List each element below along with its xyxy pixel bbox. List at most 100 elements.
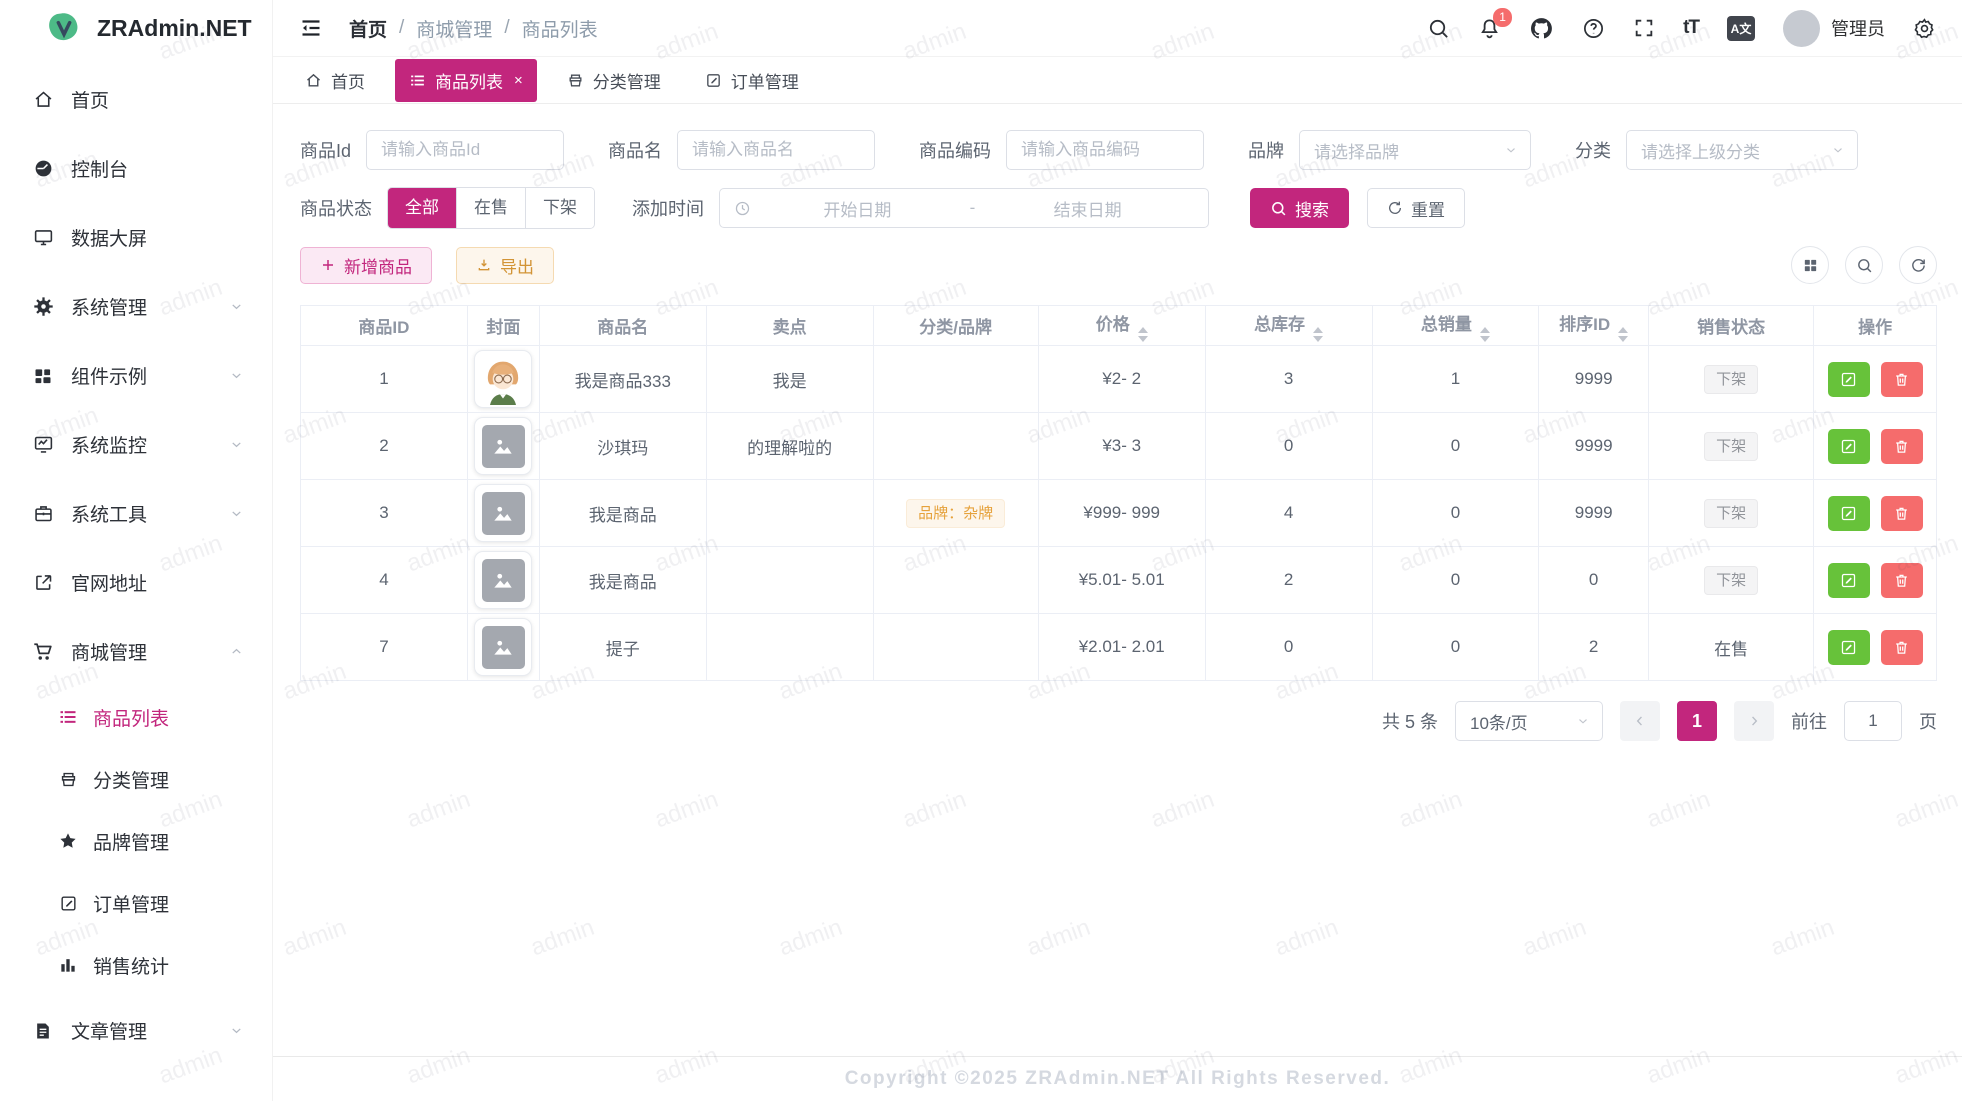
cell-category-brand bbox=[873, 346, 1038, 413]
status-option-all[interactable]: 全部 bbox=[388, 188, 456, 228]
columns-grid-icon[interactable] bbox=[1791, 246, 1829, 284]
goto-page-input[interactable] bbox=[1844, 701, 1902, 741]
search-button[interactable]: 搜索 bbox=[1250, 188, 1349, 228]
product-id-input[interactable] bbox=[366, 130, 564, 170]
product-cover-placeholder[interactable] bbox=[474, 551, 532, 609]
export-button[interactable]: 导出 bbox=[456, 247, 554, 284]
cell-selling-point: 的理解啦的 bbox=[706, 413, 873, 480]
tab-product-list[interactable]: 商品列表 × bbox=[395, 59, 537, 102]
sort-carets[interactable] bbox=[1480, 327, 1490, 342]
add-product-button[interactable]: 新增商品 bbox=[300, 247, 432, 284]
prev-page-button[interactable] bbox=[1620, 701, 1660, 741]
sort-carets[interactable] bbox=[1138, 327, 1148, 342]
sidebar-item-mall[interactable]: 商城管理 bbox=[0, 617, 272, 686]
delete-button[interactable] bbox=[1881, 563, 1923, 598]
sidebar-item-articles[interactable]: 文章管理 bbox=[0, 996, 272, 1065]
breadcrumb-product-list[interactable]: 商品列表 bbox=[522, 15, 598, 42]
font-size-icon[interactable]: tT bbox=[1683, 17, 1699, 39]
tab-orders[interactable]: 订单管理 bbox=[691, 59, 813, 102]
col-cover: 封面 bbox=[467, 306, 539, 346]
breadcrumb-mall[interactable]: 商城管理 bbox=[416, 15, 492, 42]
sidebar-item-product-list[interactable]: 商品列表 bbox=[0, 686, 272, 748]
search-toggle-icon[interactable] bbox=[1845, 246, 1883, 284]
refresh-icon[interactable] bbox=[1899, 246, 1937, 284]
sidebar-item-website[interactable]: 官网地址 bbox=[0, 548, 272, 617]
delete-button[interactable] bbox=[1881, 362, 1923, 397]
edit-button[interactable] bbox=[1828, 630, 1870, 665]
sidebar-item-components[interactable]: 组件示例 bbox=[0, 341, 272, 410]
cell-stock: 4 bbox=[1205, 480, 1372, 547]
edit-button[interactable] bbox=[1828, 563, 1870, 598]
next-page-button[interactable] bbox=[1734, 701, 1774, 741]
copyright-text: Copyright ©2025 ZRAdmin.NET All Rights R… bbox=[845, 1068, 1391, 1090]
search-icon[interactable] bbox=[1427, 17, 1450, 40]
settings-gear-icon[interactable] bbox=[1913, 17, 1936, 40]
tab-category[interactable]: 分类管理 bbox=[553, 59, 675, 102]
delete-button[interactable] bbox=[1881, 429, 1923, 464]
cell-sort-id: 9999 bbox=[1539, 413, 1649, 480]
page-content: 商品Id 商品名 商品编码 品牌 请选择品牌 bbox=[273, 104, 1962, 1056]
cell-actions bbox=[1814, 614, 1937, 681]
tab-label: 首页 bbox=[331, 68, 365, 93]
sidebar-item-tools[interactable]: 系统工具 bbox=[0, 479, 272, 548]
delete-button[interactable] bbox=[1881, 630, 1923, 665]
sidebar-item-console[interactable]: 控制台 bbox=[0, 134, 272, 203]
status-text: 在售 bbox=[1714, 640, 1748, 659]
product-code-input[interactable] bbox=[1006, 130, 1204, 170]
page-size-select[interactable]: 10条/页 bbox=[1455, 701, 1603, 741]
status-option-on-sale[interactable]: 在售 bbox=[456, 188, 525, 228]
close-icon[interactable]: × bbox=[514, 72, 523, 89]
cell-actions bbox=[1814, 346, 1937, 413]
notification-bell-icon[interactable]: 1 bbox=[1478, 17, 1501, 40]
date-range-picker[interactable]: 开始日期 - 结束日期 bbox=[719, 188, 1209, 228]
translate-icon[interactable]: A文 bbox=[1727, 16, 1755, 41]
product-cover-placeholder[interactable] bbox=[474, 618, 532, 676]
sort-carets[interactable] bbox=[1618, 327, 1628, 342]
help-icon[interactable] bbox=[1582, 17, 1605, 40]
status-option-off-shelf[interactable]: 下架 bbox=[525, 188, 594, 228]
cell-sort-id: 9999 bbox=[1539, 346, 1649, 413]
page-number-1[interactable]: 1 bbox=[1677, 701, 1717, 741]
delete-button[interactable] bbox=[1881, 496, 1923, 531]
filter-label: 商品状态 bbox=[300, 195, 372, 221]
brand-logo[interactable]: ZRAdmin.NET bbox=[0, 0, 272, 57]
sort-caret-up bbox=[1480, 327, 1490, 333]
breadcrumb-home[interactable]: 首页 bbox=[349, 15, 387, 42]
tab-home[interactable]: 首页 bbox=[291, 59, 379, 102]
cell-category-brand bbox=[873, 413, 1038, 480]
product-cover-placeholder[interactable] bbox=[474, 417, 532, 475]
document-icon bbox=[30, 1021, 56, 1041]
edit-button[interactable] bbox=[1828, 496, 1870, 531]
parent-category-select[interactable]: 请选择上级分类 bbox=[1626, 130, 1858, 170]
sort-carets[interactable] bbox=[1313, 327, 1323, 342]
reset-button[interactable]: 重置 bbox=[1367, 188, 1465, 228]
filter-label: 品牌 bbox=[1248, 137, 1284, 163]
sidebar-item-category[interactable]: 分类管理 bbox=[0, 748, 272, 810]
sidebar-item-system[interactable]: 系统管理 bbox=[0, 272, 272, 341]
product-cover-image[interactable] bbox=[474, 350, 532, 408]
user-menu[interactable]: 管理员 bbox=[1783, 10, 1885, 47]
fullscreen-icon[interactable] bbox=[1633, 17, 1655, 39]
edit-button[interactable] bbox=[1828, 362, 1870, 397]
sidebar-item-label: 商城管理 bbox=[71, 638, 147, 665]
search-button-label: 搜索 bbox=[1295, 196, 1329, 221]
edit-button[interactable] bbox=[1828, 429, 1870, 464]
notification-badge: 1 bbox=[1493, 8, 1512, 27]
menu-fold-icon[interactable] bbox=[299, 16, 323, 40]
product-cover-placeholder[interactable] bbox=[474, 484, 532, 542]
sidebar-item-home[interactable]: 首页 bbox=[0, 65, 272, 134]
sidebar-item-datascreen[interactable]: 数据大屏 bbox=[0, 203, 272, 272]
sidebar-item-label: 数据大屏 bbox=[71, 224, 147, 251]
status-badge: 下架 bbox=[1704, 566, 1758, 595]
sidebar-item-label: 文章管理 bbox=[71, 1017, 147, 1044]
date-separator: - bbox=[964, 198, 982, 218]
page-size-value: 10条/页 bbox=[1470, 709, 1528, 734]
sidebar-item-orders[interactable]: 订单管理 bbox=[0, 872, 272, 934]
col-product-id: 商品ID bbox=[301, 306, 468, 346]
github-icon[interactable] bbox=[1529, 16, 1554, 41]
sidebar-item-brand[interactable]: 品牌管理 bbox=[0, 810, 272, 872]
sidebar-item-sales-stats[interactable]: 销售统计 bbox=[0, 934, 272, 996]
sidebar-item-monitor[interactable]: 系统监控 bbox=[0, 410, 272, 479]
brand-select[interactable]: 请选择品牌 bbox=[1299, 130, 1531, 170]
product-name-input[interactable] bbox=[677, 130, 875, 170]
